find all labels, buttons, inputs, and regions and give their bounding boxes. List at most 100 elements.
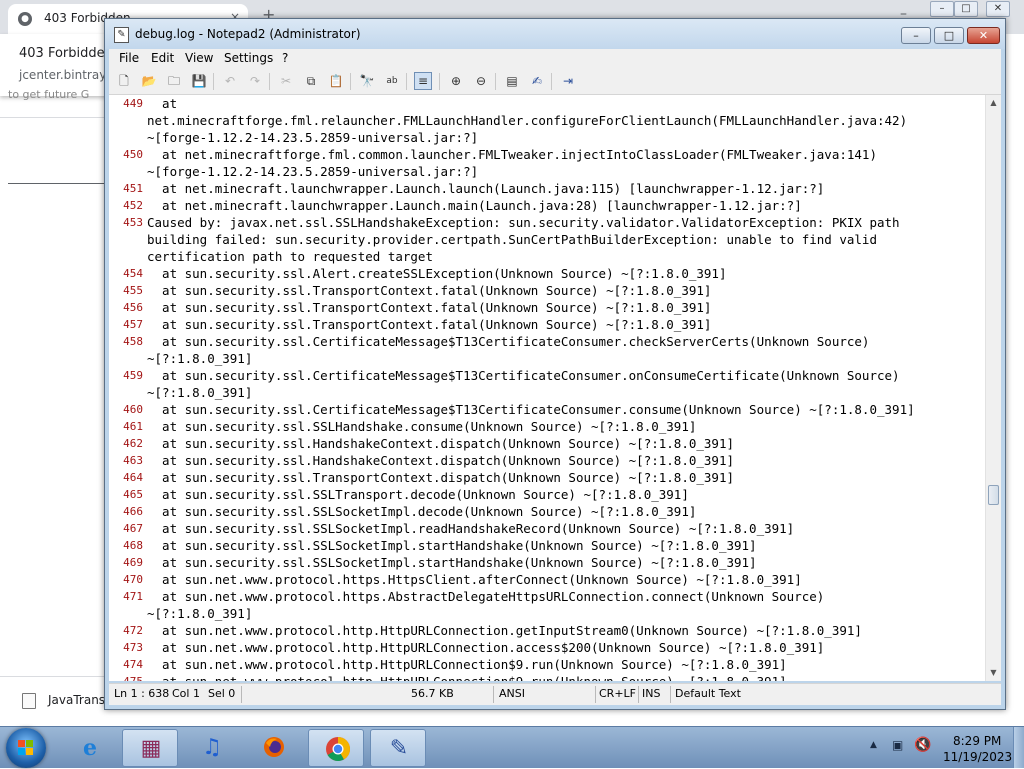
taskbar-itunes[interactable]: ♫: [184, 729, 240, 767]
line-number: 462: [123, 437, 143, 450]
download-item-name[interactable]: JavaTrans: [48, 693, 105, 707]
code-line: 472 at sun.net.www.protocol.http.HttpURL…: [109, 622, 985, 639]
status-line-endings[interactable]: CR+LF: [599, 687, 636, 700]
code-line: 454 at sun.security.ssl.Alert.createSSLE…: [109, 265, 985, 282]
redo-icon[interactable]: ↷: [246, 72, 264, 90]
find-icon[interactable]: 🔭: [358, 72, 376, 90]
menu-edit[interactable]: Edit: [151, 49, 174, 67]
scroll-down-arrow-icon[interactable]: ▼: [986, 665, 1001, 681]
line-number: 472: [123, 624, 143, 637]
internet-explorer-icon: e: [83, 735, 97, 761]
browser-page-text: to get future G: [8, 88, 90, 101]
save-icon[interactable]: 💾: [190, 72, 208, 90]
menu-view[interactable]: View: [185, 49, 213, 67]
line-text: at: [147, 96, 178, 111]
notepad2-window: ✎ debug.log - Notepad2 (Administrator) –…: [104, 18, 1006, 710]
customize-icon[interactable]: ✍: [528, 72, 546, 90]
status-separator: [638, 686, 639, 703]
toolbar-separator: [406, 73, 407, 90]
scheme-icon[interactable]: ▤: [503, 72, 521, 90]
tab-hover-card: 403 Forbidden jcenter.bintray.: [0, 34, 113, 96]
code-line: 474 at sun.net.www.protocol.http.HttpURL…: [109, 656, 985, 673]
status-encoding[interactable]: ANSI: [499, 687, 525, 700]
network-icon[interactable]: ▣: [892, 738, 906, 754]
line-number: 465: [123, 488, 143, 501]
firefox-icon: [262, 735, 286, 761]
status-bar: Ln 1 : 638 Col 1 Sel 0 56.7 KB ANSI CR+L…: [109, 683, 1001, 705]
taskbar: e ▦ ♫ ✎ ▲ ▣ 🔇 8:29 PM 11/19/2023: [0, 726, 1024, 768]
line-number: 470: [123, 573, 143, 586]
zoom-in-icon[interactable]: ⊕: [447, 72, 465, 90]
code-line: net.minecraftforge.fml.relauncher.FMLLau…: [109, 112, 985, 129]
minimize-button[interactable]: –: [901, 27, 931, 44]
status-column: Col 1: [172, 687, 200, 700]
code-line: certification path to requested target: [109, 248, 985, 265]
show-desktop-button[interactable]: [1013, 727, 1024, 768]
clock-date[interactable]: 11/19/2023: [943, 750, 1012, 764]
open-folder-icon[interactable]: 📂: [140, 72, 158, 90]
toolbar-separator: [495, 73, 496, 90]
menu-help[interactable]: ?: [282, 49, 288, 67]
status-scheme[interactable]: Default Text: [675, 687, 741, 700]
line-number: 471: [123, 590, 143, 603]
show-hidden-icons-arrow-icon[interactable]: ▲: [870, 740, 877, 750]
line-text: at sun.security.ssl.TransportContext.fat…: [147, 283, 712, 298]
line-number: 458: [123, 335, 143, 348]
menu-settings[interactable]: Settings: [224, 49, 273, 67]
volume-muted-icon[interactable]: 🔇: [914, 737, 931, 753]
vertical-scrollbar[interactable]: ▲ ▼: [985, 95, 1001, 681]
line-text: at sun.security.ssl.SSLSocketImpl.startH…: [147, 538, 757, 553]
line-number: 450: [123, 148, 143, 161]
close-button[interactable]: ✕: [967, 27, 1000, 44]
toolbar-separator: [269, 73, 270, 90]
code-line: 465 at sun.security.ssl.SSLTransport.dec…: [109, 486, 985, 503]
code-line: 459 at sun.security.ssl.CertificateMessa…: [109, 367, 985, 384]
notepad2-app-icon[interactable]: ✎: [114, 27, 129, 43]
cut-icon[interactable]: ✂: [277, 72, 295, 90]
copy-icon[interactable]: ⧉: [302, 72, 320, 90]
scroll-up-arrow-icon[interactable]: ▲: [986, 95, 1001, 111]
clock-time[interactable]: 8:29 PM: [953, 734, 1001, 748]
taskbar-firefox[interactable]: [246, 729, 302, 767]
new-file-icon[interactable]: 🗋: [115, 72, 133, 90]
exit-icon[interactable]: ⇥: [559, 72, 577, 90]
maximize-button[interactable]: □: [934, 27, 964, 44]
start-button[interactable]: [6, 728, 46, 768]
browse-icon[interactable]: 🗀: [165, 72, 183, 90]
taskbar-chrome[interactable]: [308, 729, 364, 767]
zoom-out-icon[interactable]: ⊖: [472, 72, 490, 90]
code-line: ~[?:1.8.0_391]: [109, 605, 985, 622]
code-line: 455 at sun.security.ssl.TransportContext…: [109, 282, 985, 299]
code-line: 475 at sun.net.www.protocol.http.HttpURL…: [109, 673, 985, 681]
menu-file[interactable]: File: [119, 49, 139, 67]
line-number: 463: [123, 454, 143, 467]
browser-close-button[interactable]: ✕: [986, 1, 1010, 17]
line-text: at sun.security.ssl.TransportContext.fat…: [147, 317, 712, 332]
line-text: certification path to requested target: [147, 249, 433, 264]
code-line: ~[?:1.8.0_391]: [109, 384, 985, 401]
status-insert-mode[interactable]: INS: [642, 687, 660, 700]
line-number: 468: [123, 539, 143, 552]
editor-text-area[interactable]: 449 at net.minecraftforge.fml.relauncher.…: [109, 95, 1001, 681]
hover-card-title: 403 Forbidden: [19, 46, 113, 61]
taskbar-internet-explorer[interactable]: e: [62, 729, 118, 767]
line-text: ~[?:1.8.0_391]: [147, 385, 253, 400]
taskbar-notepad2[interactable]: ✎: [370, 729, 426, 767]
word-wrap-icon[interactable]: ≡: [414, 72, 432, 90]
browser-maximize-button[interactable]: □: [954, 1, 978, 17]
line-text: at sun.security.ssl.TransportContext.dis…: [147, 470, 734, 485]
toolbar-separator: [439, 73, 440, 90]
line-text: at sun.security.ssl.TransportContext.fat…: [147, 300, 712, 315]
status-separator: [493, 686, 494, 703]
taskbar-winrar[interactable]: ▦: [122, 729, 178, 767]
paste-icon[interactable]: 📋: [327, 72, 345, 90]
line-text: at sun.net.www.protocol.https.AbstractDe…: [147, 589, 825, 604]
line-text: at net.minecraft.launchwrapper.Launch.la…: [147, 181, 825, 196]
undo-icon[interactable]: ↶: [221, 72, 239, 90]
scrollbar-thumb[interactable]: [988, 485, 999, 505]
browser-minimize-button[interactable]: –: [930, 1, 954, 17]
line-number: 461: [123, 420, 143, 433]
line-text: at sun.security.ssl.CertificateMessage$T…: [147, 368, 900, 383]
title-bar[interactable]: ✎ debug.log - Notepad2 (Administrator) –…: [105, 19, 1005, 49]
replace-icon[interactable]: ab: [383, 72, 401, 90]
